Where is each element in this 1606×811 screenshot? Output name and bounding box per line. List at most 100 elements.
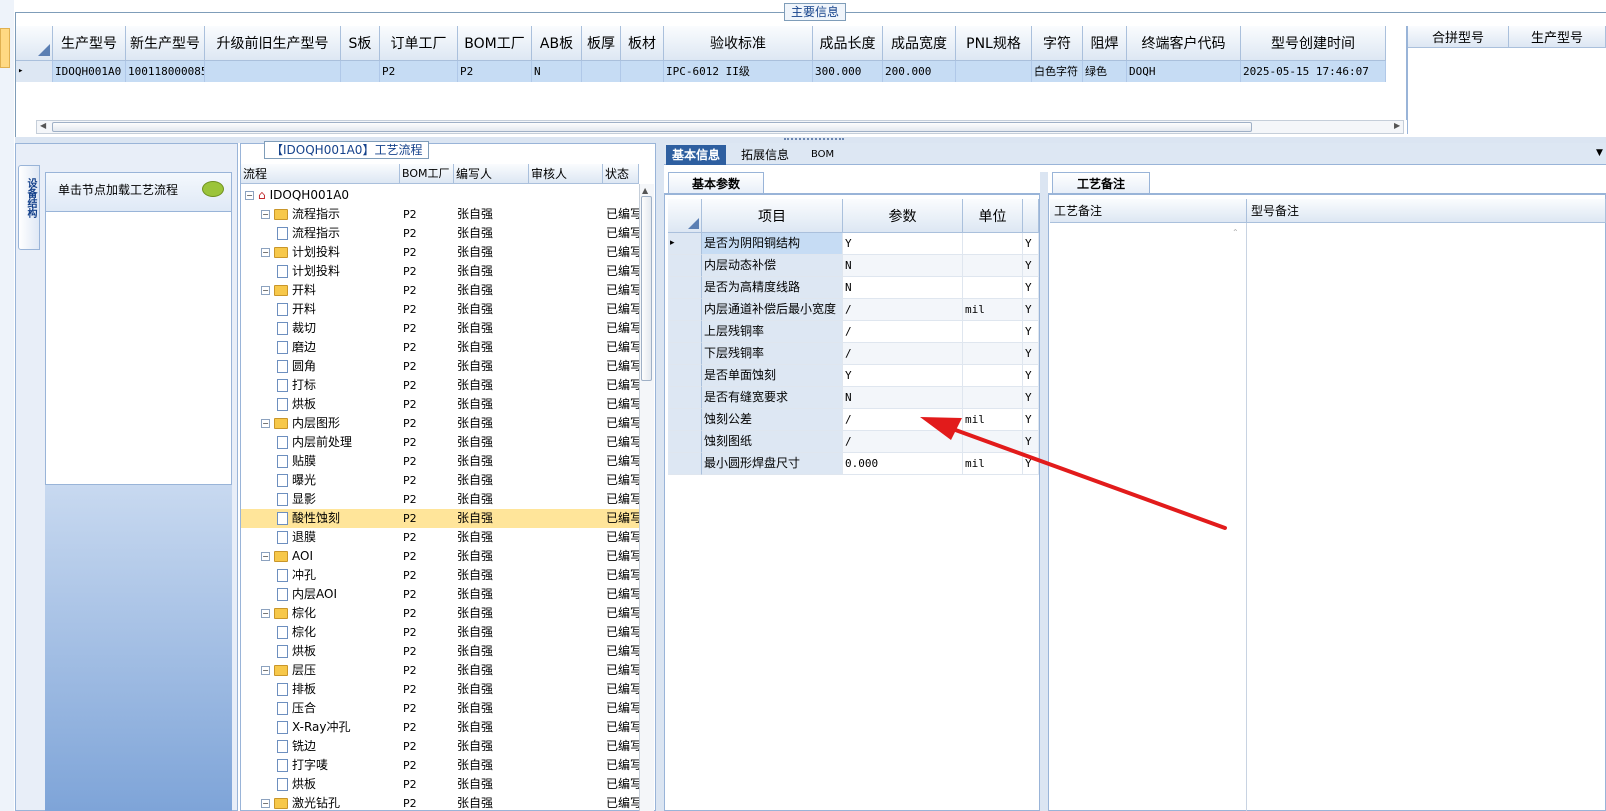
tree-row[interactable]: 内层前处理 P2 张自强 已编写 <box>241 433 639 452</box>
main-header-0[interactable]: 生产型号 <box>53 26 126 61</box>
tree-node[interactable]: 流程指示 <box>277 224 400 243</box>
tree-node[interactable]: X-Ray冲孔 <box>277 718 400 737</box>
merge-header-0[interactable]: 合拼型号 <box>1408 26 1509 48</box>
main-cell-9[interactable]: IPC-6012 II级 <box>664 61 813 82</box>
tree-node[interactable]: 烘板 <box>277 395 400 414</box>
tree-row[interactable]: 内层AOI P2 张自强 已编写 <box>241 585 639 604</box>
tree-node[interactable]: 显影 <box>277 490 400 509</box>
collapse-icon[interactable]: − <box>261 419 270 428</box>
tree-scroll-up-arrow[interactable]: ▲ <box>642 186 648 195</box>
main-header-1[interactable]: 新生产型号 <box>126 26 205 61</box>
tree-node[interactable]: 内层前处理 <box>277 433 400 452</box>
param-cell-value[interactable]: Y <box>843 233 963 255</box>
tab-basic-params[interactable]: 基本参数 <box>668 172 764 194</box>
tree-header-writer[interactable]: 编写人 <box>454 164 529 184</box>
param-cell-value[interactable]: N <box>843 387 963 409</box>
param-cell-value[interactable]: N <box>843 277 963 299</box>
tree-node[interactable]: 计划投料 <box>277 262 400 281</box>
main-cell-2[interactable] <box>205 61 341 82</box>
main-header-2[interactable]: 升级前旧生产型号 <box>205 26 341 61</box>
tree-node[interactable]: 排板 <box>277 680 400 699</box>
param-row[interactable]: 是否单面蚀刻 Y Y <box>668 365 1039 387</box>
main-cell-1[interactable]: 10011800008528 <box>126 61 205 82</box>
tree-row[interactable]: − 层压 P2 张自强 已编写 <box>241 661 639 680</box>
main-header-9[interactable]: 验收标准 <box>664 26 813 61</box>
speech-bubble-icon[interactable] <box>202 181 224 197</box>
tree-row[interactable]: 曝光 P2 张自强 已编写 <box>241 471 639 490</box>
tree-node[interactable]: − 计划投料 <box>261 243 400 262</box>
param-row[interactable]: 内层动态补偿 N Y <box>668 255 1039 277</box>
tree-row[interactable]: − 棕化 P2 张自强 已编写 <box>241 604 639 623</box>
main-cell-14[interactable]: 绿色 <box>1083 61 1127 82</box>
tree-node[interactable]: 酸性蚀刻 <box>277 509 400 528</box>
tree-row[interactable]: 裁切 P2 张自强 已编写 <box>241 319 639 338</box>
tree-node[interactable]: 烘板 <box>277 775 400 794</box>
tab-extended-info[interactable]: 拓展信息 <box>735 145 795 165</box>
tree-node[interactable]: 内层AOI <box>277 585 400 604</box>
param-row[interactable]: 最小圆形焊盘尺寸 0.000 mil Y <box>668 453 1039 475</box>
tree-row[interactable]: − 流程指示 P2 张自强 已编写 <box>241 205 639 224</box>
main-header-14[interactable]: 阻焊 <box>1083 26 1127 61</box>
tree-row[interactable]: 棕化 P2 张自强 已编写 <box>241 623 639 642</box>
tree-node[interactable]: 磨边 <box>277 338 400 357</box>
main-cell-6[interactable]: N <box>532 61 582 82</box>
main-header-16[interactable]: 型号创建时间 <box>1241 26 1386 61</box>
param-row[interactable]: 蚀刻公差 / mil Y <box>668 409 1039 431</box>
main-cell-5[interactable]: P2 <box>458 61 532 82</box>
notes-header-model[interactable]: 型号备注 <box>1247 199 1606 223</box>
left-edge-tab[interactable] <box>0 28 10 68</box>
tree-node[interactable]: − ⌂ IDOQH001A0 <box>245 186 400 205</box>
tree-row[interactable]: − 计划投料 P2 张自强 已编写 <box>241 243 639 262</box>
param-cell-value[interactable]: / <box>843 409 963 431</box>
param-cell-value[interactable]: Y <box>843 365 963 387</box>
main-header-11[interactable]: 成品宽度 <box>883 26 956 61</box>
param-row[interactable]: 是否有缝宽要求 N Y <box>668 387 1039 409</box>
tree-node[interactable]: 冲孔 <box>277 566 400 585</box>
tree-row[interactable]: 流程指示 P2 张自强 已编写 <box>241 224 639 243</box>
main-cell-11[interactable]: 200.000 <box>883 61 956 82</box>
tree-node[interactable]: 圆角 <box>277 357 400 376</box>
tree-node[interactable]: − 流程指示 <box>261 205 400 224</box>
collapse-icon[interactable]: − <box>261 609 270 618</box>
param-cell-value[interactable]: / <box>843 431 963 453</box>
param-row[interactable]: 是否为高精度线路 N Y <box>668 277 1039 299</box>
param-cell-value[interactable]: / <box>843 321 963 343</box>
param-row[interactable]: 蚀刻图纸 / Y <box>668 431 1039 453</box>
main-cell-7[interactable] <box>582 61 621 82</box>
collapse-icon[interactable]: − <box>261 552 270 561</box>
collapse-icon[interactable]: − <box>261 248 270 257</box>
param-cell-value[interactable]: / <box>843 299 963 321</box>
main-header-5[interactable]: BOM工厂 <box>458 26 532 61</box>
tree-header-reviewer[interactable]: 审核人 <box>529 164 603 184</box>
tree-node[interactable]: − AOI <box>261 547 400 566</box>
main-cell-10[interactable]: 300.000 <box>813 61 883 82</box>
tree-row[interactable]: 打标 P2 张自强 已编写 <box>241 376 639 395</box>
tree-node[interactable]: − 层压 <box>261 661 400 680</box>
tree-row[interactable]: 烘板 P2 张自强 已编写 <box>241 775 639 794</box>
tree-row[interactable]: − AOI P2 张自强 已编写 <box>241 547 639 566</box>
tree-row[interactable]: 显影 P2 张自强 已编写 <box>241 490 639 509</box>
param-row[interactable]: ▸ 是否为阴阳铜结构 Y Y <box>668 233 1039 255</box>
tree-header-bom[interactable]: BOM工厂 <box>400 164 454 184</box>
param-row[interactable]: 内层通道补偿后最小宽度 / mil Y <box>668 299 1039 321</box>
tree-node[interactable]: − 开料 <box>261 281 400 300</box>
tree-row[interactable]: 开料 P2 张自强 已编写 <box>241 300 639 319</box>
main-header-7[interactable]: 板厚 <box>582 26 621 61</box>
tree-row[interactable]: 烘板 P2 张自强 已编写 <box>241 642 639 661</box>
main-header-3[interactable]: S板 <box>341 26 380 61</box>
main-cell-4[interactable]: P2 <box>380 61 458 82</box>
scroll-left-arrow[interactable]: ◀ <box>40 121 46 130</box>
main-cell-0[interactable]: IDOQH001A0 <box>53 61 126 82</box>
param-cell-value[interactable]: N <box>843 255 963 277</box>
main-header-8[interactable]: 板材 <box>621 26 664 61</box>
param-header-item[interactable]: 项目 <box>702 199 843 233</box>
tree-row[interactable]: − 内层图形 P2 张自强 已编写 <box>241 414 639 433</box>
tab-process-notes[interactable]: 工艺备注 <box>1052 172 1150 194</box>
main-header-12[interactable]: PNL规格 <box>956 26 1032 61</box>
tree-row[interactable]: 排板 P2 张自强 已编写 <box>241 680 639 699</box>
tree-node[interactable]: 棕化 <box>277 623 400 642</box>
main-cell-3[interactable] <box>341 61 380 82</box>
tab-bom[interactable]: BOM <box>805 145 840 165</box>
tree-node[interactable]: 开料 <box>277 300 400 319</box>
tree-node[interactable]: 退膜 <box>277 528 400 547</box>
